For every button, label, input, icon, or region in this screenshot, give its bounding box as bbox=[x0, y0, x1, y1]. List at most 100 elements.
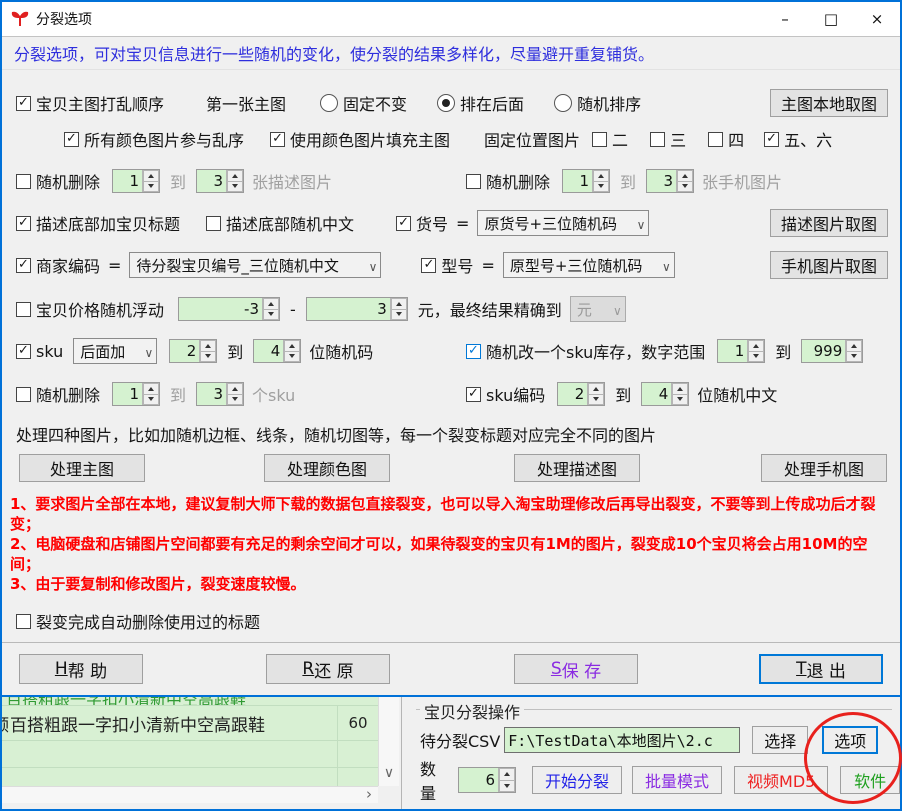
spin-up-icon[interactable] bbox=[284, 340, 300, 351]
csv-path-input[interactable]: F:\TestData\本地图片\2.c bbox=[504, 727, 740, 753]
table-row-empty[interactable] bbox=[2, 768, 378, 786]
spin-up-icon[interactable] bbox=[846, 340, 862, 351]
spinner-arrows[interactable] bbox=[390, 298, 407, 320]
spinner-arrows[interactable] bbox=[845, 340, 862, 362]
desc-image-fetch-button[interactable]: 描述图片取图 bbox=[770, 209, 888, 237]
spin-up-icon[interactable] bbox=[588, 383, 604, 394]
spinner-arrows[interactable] bbox=[142, 383, 159, 405]
spin-down-icon[interactable] bbox=[143, 181, 159, 193]
batch-mode-button[interactable]: 批量模式 bbox=[632, 766, 722, 794]
maximize-button[interactable]: □ bbox=[808, 2, 854, 36]
checkbox-shuffle-main-images[interactable]: 宝贝主图打乱顺序 bbox=[16, 91, 164, 115]
spin-down-icon[interactable] bbox=[200, 351, 216, 363]
spin-up-icon[interactable] bbox=[143, 383, 159, 394]
horizontal-scrollbar[interactable]: › bbox=[2, 786, 378, 803]
radio-random-order[interactable]: 随机排序 bbox=[554, 91, 641, 115]
checkbox-random-delete-sku[interactable]: 随机删除 bbox=[16, 382, 100, 406]
checkbox-huohao[interactable]: 货号 bbox=[396, 211, 448, 235]
checkbox-pos-2[interactable]: 二 bbox=[592, 127, 628, 151]
vertical-scrollbar[interactable]: ∨ bbox=[378, 697, 399, 786]
spinner-arrows[interactable] bbox=[283, 340, 300, 362]
spin-up-icon[interactable] bbox=[143, 170, 159, 181]
spinner-arrows[interactable] bbox=[262, 298, 279, 320]
restore-button[interactable]: R还 原 bbox=[266, 654, 390, 684]
spinner-arrows[interactable] bbox=[671, 383, 688, 405]
process-phone-image-button[interactable]: 处理手机图 bbox=[761, 454, 887, 482]
checkbox-fill-main-with-color[interactable]: 使用颜色图片填充主图 bbox=[270, 127, 450, 151]
scroll-right-icon[interactable]: › bbox=[366, 787, 372, 802]
spin-down-icon[interactable] bbox=[677, 181, 693, 193]
checkbox-price-float[interactable]: 宝贝价格随机浮动 bbox=[16, 297, 164, 321]
spinner-arrows[interactable] bbox=[199, 340, 216, 362]
dropdown-huohao[interactable]: 原货号+三位随机码 bbox=[477, 210, 649, 236]
checkbox-pos-4[interactable]: 四 bbox=[708, 127, 744, 151]
checkbox-desc-bottom-random-cn[interactable]: 描述底部随机中文 bbox=[206, 211, 354, 235]
close-button[interactable]: × bbox=[854, 2, 900, 36]
phone-image-fetch-button[interactable]: 手机图片取图 bbox=[770, 251, 888, 279]
checkbox-sku-stock[interactable]: 随机改一个sku库存，数字范围 bbox=[466, 339, 705, 363]
spin-down-icon[interactable] bbox=[263, 309, 279, 321]
table-row[interactable]: 颁百搭粗跟一字扣小清新中空高跟鞋 60 bbox=[2, 706, 378, 741]
checkbox-pos-3[interactable]: 三 bbox=[650, 127, 686, 151]
spin-up-icon[interactable] bbox=[672, 383, 688, 394]
spin-down-icon[interactable] bbox=[499, 780, 515, 793]
checkbox-sku-code[interactable]: sku编码 bbox=[466, 382, 545, 406]
spin-down-icon[interactable] bbox=[227, 181, 243, 193]
spinner-price-from[interactable]: -3 bbox=[178, 297, 280, 321]
dropdown-sku-mode[interactable]: 后面加 bbox=[73, 338, 157, 364]
spin-up-icon[interactable] bbox=[499, 768, 515, 780]
spin-down-icon[interactable] bbox=[846, 351, 862, 363]
save-button[interactable]: S保 存 bbox=[514, 654, 638, 684]
checkbox-pos-5-6[interactable]: 五、六 bbox=[764, 127, 832, 151]
checkbox-desc-bottom-title[interactable]: 描述底部加宝贝标题 bbox=[16, 211, 180, 235]
exit-button[interactable]: T退 出 bbox=[759, 654, 883, 684]
spin-down-icon[interactable] bbox=[143, 394, 159, 406]
scroll-down-icon[interactable]: ∨ bbox=[379, 766, 399, 780]
radio-place-after[interactable]: 排在后面 bbox=[437, 91, 524, 115]
spin-down-icon[interactable] bbox=[391, 309, 407, 321]
spin-up-icon[interactable] bbox=[391, 298, 407, 309]
spin-up-icon[interactable] bbox=[227, 170, 243, 181]
select-csv-button[interactable]: 选择 bbox=[752, 726, 808, 754]
spin-down-icon[interactable] bbox=[748, 351, 764, 363]
checkbox-random-delete-phone-images[interactable]: 随机删除 bbox=[466, 169, 550, 193]
product-table[interactable]: 百搭粗跟一字扣小清新中空高跟鞋 颁百搭粗跟一字扣小清新中空高跟鞋 60 bbox=[2, 697, 378, 786]
spinner-sku-from[interactable]: 2 bbox=[169, 339, 217, 363]
checkbox-sku[interactable]: sku bbox=[16, 342, 63, 361]
spinner-delete-phone-to[interactable]: 3 bbox=[646, 169, 694, 193]
start-split-button[interactable]: 开始分裂 bbox=[532, 766, 622, 794]
checkbox-all-color-images[interactable]: 所有颜色图片参与乱序 bbox=[64, 127, 244, 151]
spinner-sku-to[interactable]: 4 bbox=[253, 339, 301, 363]
help-button[interactable]: H帮 助 bbox=[19, 654, 143, 684]
checkbox-merchant-code[interactable]: 商家编码 bbox=[16, 253, 100, 277]
spinner-del-sku-to[interactable]: 3 bbox=[196, 382, 244, 406]
spinner-delete-phone-from[interactable]: 1 bbox=[562, 169, 610, 193]
spin-down-icon[interactable] bbox=[588, 394, 604, 406]
spinner-stock-from[interactable]: 1 bbox=[717, 339, 765, 363]
spinner-arrows[interactable] bbox=[226, 383, 243, 405]
process-desc-image-button[interactable]: 处理描述图 bbox=[514, 454, 640, 482]
spinner-sku-code-from[interactable]: 2 bbox=[557, 382, 605, 406]
spinner-arrows[interactable] bbox=[592, 170, 609, 192]
spinner-arrows[interactable] bbox=[676, 170, 693, 192]
spin-up-icon[interactable] bbox=[748, 340, 764, 351]
spinner-delete-desc-from[interactable]: 1 bbox=[112, 169, 160, 193]
spin-up-icon[interactable] bbox=[677, 170, 693, 181]
checkbox-model[interactable]: 型号 bbox=[421, 253, 473, 277]
spin-up-icon[interactable] bbox=[200, 340, 216, 351]
minimize-button[interactable]: – bbox=[762, 2, 808, 36]
spin-up-icon[interactable] bbox=[593, 170, 609, 181]
dropdown-model[interactable]: 原型号+三位随机码 bbox=[503, 252, 675, 278]
spinner-arrows[interactable] bbox=[498, 768, 515, 792]
main-image-local-fetch-button[interactable]: 主图本地取图 bbox=[770, 89, 888, 117]
spin-up-icon[interactable] bbox=[227, 383, 243, 394]
spinner-del-sku-from[interactable]: 1 bbox=[112, 382, 160, 406]
spin-down-icon[interactable] bbox=[593, 181, 609, 193]
table-row-empty[interactable] bbox=[2, 741, 378, 768]
dropdown-merchant-code[interactable]: 待分裂宝贝编号_三位随机中文 bbox=[129, 252, 381, 278]
spinner-quantity[interactable]: 6 bbox=[458, 767, 516, 793]
spinner-stock-to[interactable]: 999 bbox=[801, 339, 863, 363]
spinner-arrows[interactable] bbox=[142, 170, 159, 192]
spinner-arrows[interactable] bbox=[587, 383, 604, 405]
radio-fixed[interactable]: 固定不变 bbox=[320, 91, 407, 115]
